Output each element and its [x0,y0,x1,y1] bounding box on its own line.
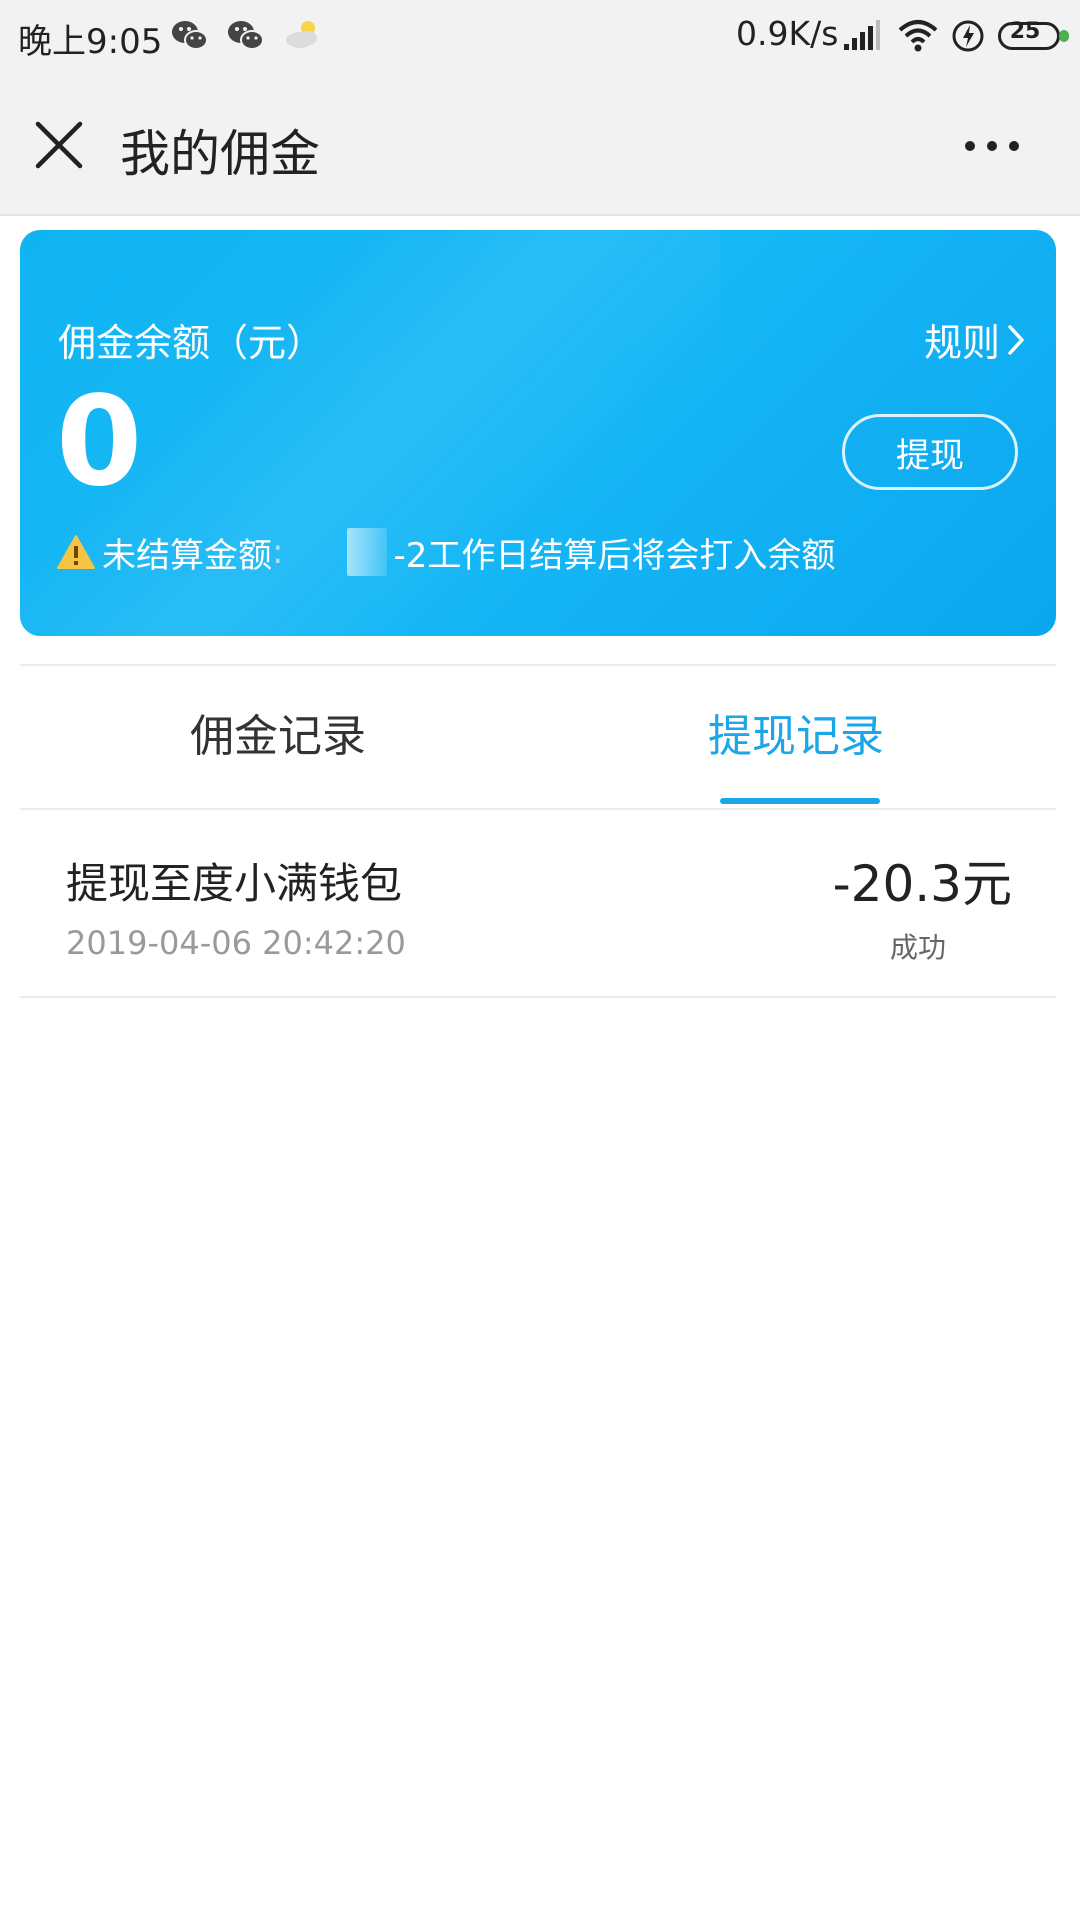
charging-icon [952,20,984,52]
withdraw-button[interactable]: 提现 [842,414,1018,490]
wechat-icon [228,21,264,50]
pending-amount-row: 未结算金额 : -2工作日结算后将会打入余额 [56,522,835,582]
more-icon[interactable] [960,126,1030,166]
tab-commission-records[interactable]: 佣金记录 [190,700,366,764]
rules-label: 规则 [923,321,1000,365]
divider [20,808,1056,810]
network-speed: 0.9K/s [736,14,839,53]
battery-indicator [1059,30,1069,42]
status-time: 晚上9:05 [18,22,163,62]
pending-colon: : [272,532,284,572]
status-bar: 晚上9:05 0.9K/s 25 [0,0,1080,74]
balance-amount: 0 [56,370,143,514]
warning-icon [57,535,95,569]
page-title: 我的佣金 [120,125,320,183]
record-amount: -20.3元 [832,855,1012,913]
record-title: 提现至度小满钱包 [66,859,403,908]
pending-note: -2工作日结算后将会打入余额 [393,535,836,576]
chevron-right-icon [1008,324,1024,355]
balance-label: 佣金余额（元） [58,321,325,365]
balance-card: 佣金余额（元） 规则 0 提现 未结算金额 : -2工作日结算后将会打入余额 [20,230,1056,636]
wechat-icon [172,21,208,50]
active-tab-indicator [720,798,880,804]
wifi-icon [898,20,938,52]
close-icon[interactable] [30,116,88,174]
tab-withdraw-records[interactable]: 提现记录 [708,700,884,764]
battery-level: 25 [1009,19,1041,44]
page-header: 我的佣金 [0,74,1080,216]
redacted-value [347,528,388,576]
divider [20,664,1056,666]
rules-link[interactable]: 规则 [924,312,1026,367]
record-status: 成功 [890,931,947,964]
battery-icon: 25 [998,19,1069,50]
record-time: 2019-04-06 20:42:20 [66,924,406,962]
list-item[interactable]: 提现至度小满钱包 2019-04-06 20:42:20 -20.3元 成功 [20,812,1056,998]
pending-label: 未结算金额 [102,535,272,576]
weather-icon [286,21,317,48]
signal-icon [844,20,880,50]
